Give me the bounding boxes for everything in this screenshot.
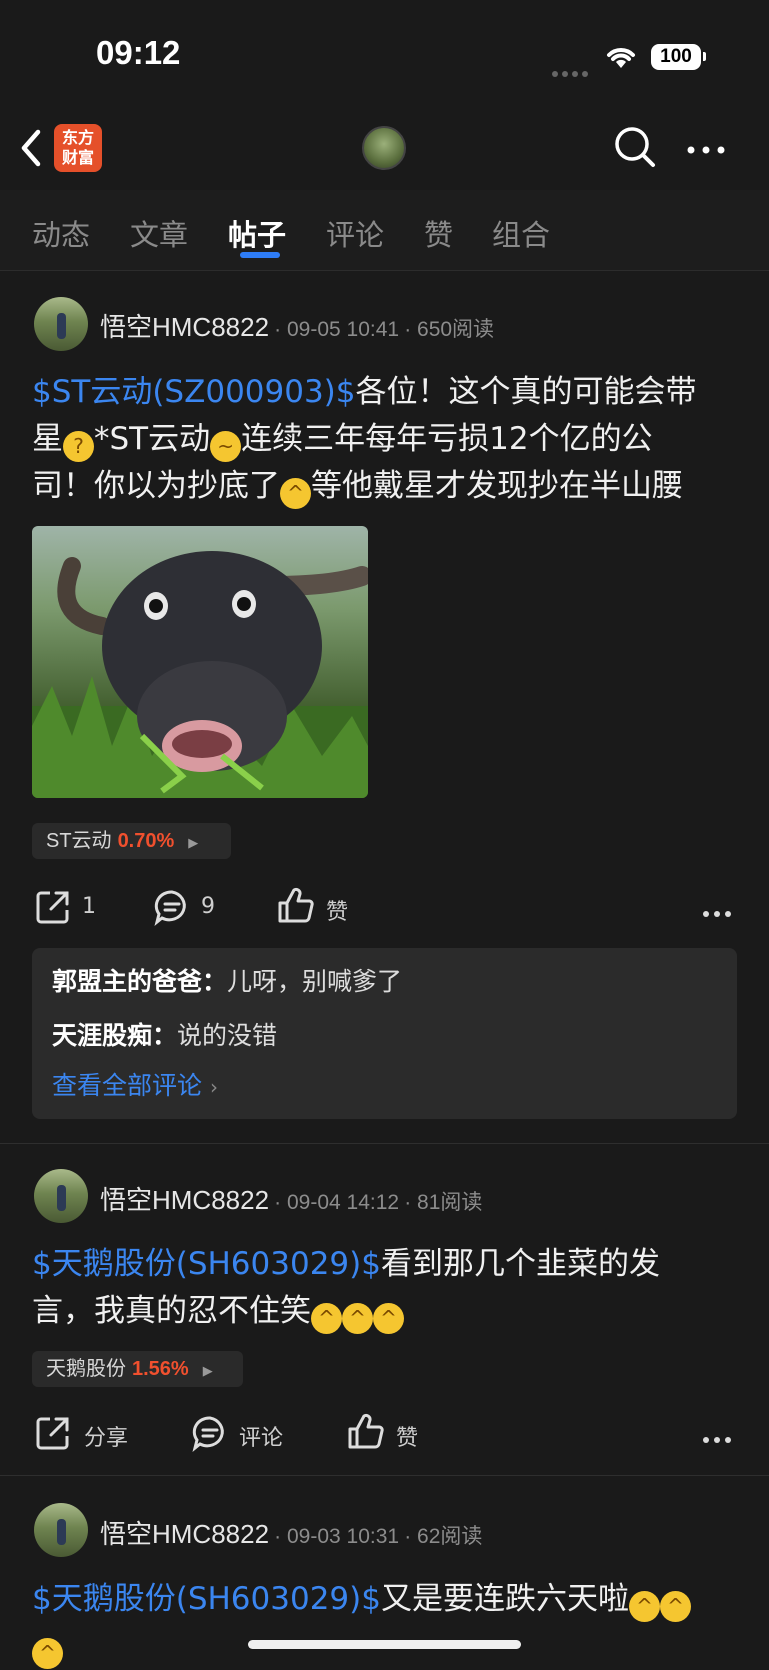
post-more-icon[interactable] [702, 903, 732, 922]
avatar[interactable] [34, 297, 88, 351]
wifi-icon [604, 44, 638, 74]
app-logo[interactable]: 东方 财富 [54, 124, 102, 172]
comment-icon [192, 1416, 224, 1452]
tab-portfolio[interactable]: 组合 [492, 212, 550, 254]
share-button[interactable]: 分享 [34, 1414, 128, 1456]
stock-change: 1.56% [132, 1358, 189, 1380]
stock-tag[interactable]: $天鹅股份(SH603029)$ [32, 1246, 381, 1282]
laughing-emoji-icon: ^ [32, 1638, 63, 1669]
comment-item: 天涯股痴：说的没错 [52, 1021, 278, 1050]
share-count: 1 [82, 894, 96, 919]
share-icon [36, 891, 69, 924]
like-label: 赞 [396, 1426, 419, 1451]
username[interactable]: 悟空HMC8822 [100, 312, 269, 342]
post-date: 09-04 14:12 [286, 1191, 400, 1214]
comment-button[interactable]: 评论 [191, 1414, 283, 1456]
like-button[interactable]: 赞 [276, 886, 348, 930]
comment-button[interactable]: 9 [153, 888, 215, 930]
tab-articles[interactable]: 文章 [130, 212, 188, 254]
comment-item: 郭盟主的爸爸：儿呀，别喊爹了 [52, 967, 403, 996]
search-icon[interactable] [612, 124, 658, 174]
post-body[interactable]: $天鹅股份(SH603029)$看到那几个韭菜的发 言，我真的忍不住笑 ^ ^ ^ [32, 1241, 744, 1335]
post-header: 悟空HMC8822 · 09-05 10:41 · 650阅读 [100, 312, 495, 342]
post-body[interactable]: $ST云动(SZ000903)$各位！这个真的可能会带 星? *ST云动 ~ 连续三年… [32, 369, 744, 510]
post-more-icon[interactable] [702, 1429, 732, 1448]
read-count: 81阅读 [417, 1191, 483, 1214]
post-header: 悟空HMC8822 · 09-04 14:12 · 81阅读 [100, 1185, 483, 1215]
post-body[interactable]: $天鹅股份(SH603029)$又是要连跌六天啦 ^ ^ ^ [32, 1576, 744, 1670]
thumbs-up-icon [278, 887, 314, 923]
status-time: 09:12 [96, 34, 181, 71]
divider [0, 1475, 769, 1476]
tab-posts[interactable]: 帖子 [228, 212, 286, 254]
view-all-comments-link[interactable]: 查看全部评论 › [52, 1066, 218, 1102]
thumbs-up-icon [348, 1413, 384, 1449]
stock-tag[interactable]: $天鹅股份(SH603029)$ [32, 1581, 381, 1617]
divider [0, 1143, 769, 1144]
post-date: 09-03 10:31 [286, 1525, 400, 1548]
tab-likes[interactable]: 赞 [424, 212, 453, 254]
comment-count: 9 [201, 894, 215, 919]
laughing-emoji-icon: ^ [628, 1591, 660, 1622]
chevron-right-icon: › [209, 1075, 218, 1099]
share-icon [36, 1417, 69, 1450]
read-count: 650阅读 [417, 318, 495, 341]
back-button[interactable] [16, 126, 46, 174]
avatar[interactable] [34, 1169, 88, 1223]
laughing-emoji-icon: ^ [280, 478, 311, 509]
avatar[interactable] [34, 1503, 88, 1557]
stock-name: ST云动 [46, 830, 112, 852]
signal-icon [552, 62, 592, 81]
battery-icon: 100 [651, 44, 701, 70]
username[interactable]: 悟空HMC8822 [100, 1185, 269, 1215]
post-image-buffalo[interactable] [32, 526, 368, 798]
more-icon[interactable] [686, 140, 726, 159]
tab-comments[interactable]: 评论 [326, 212, 384, 254]
thinking-emoji-icon: ? [63, 431, 94, 462]
battery-tip [703, 52, 706, 61]
share-button[interactable]: 1 [34, 888, 96, 930]
stock-name: 天鹅股份 [46, 1358, 126, 1380]
comment-label: 评论 [239, 1426, 284, 1451]
post-header: 悟空HMC8822 · 09-03 10:31 · 62阅读 [100, 1519, 483, 1549]
stock-change: 0.70% [117, 830, 175, 852]
stock-chip[interactable]: 天鹅股份 1.56% ▶ [32, 1351, 243, 1387]
profile-avatar[interactable] [362, 126, 406, 170]
tab-bar: 动态 文章 帖子 评论 赞 组合 [0, 190, 769, 271]
laughing-emoji-icon: ^ [373, 1303, 404, 1334]
stock-tag[interactable]: $ST云动(SZ000903)$ [32, 374, 356, 410]
laughing-emoji-icon: ^ [342, 1303, 373, 1334]
laughing-emoji-icon: ^ [659, 1591, 691, 1622]
like-button[interactable]: 赞 [346, 1412, 418, 1456]
tab-dynamics[interactable]: 动态 [32, 212, 90, 254]
comment-icon [154, 890, 186, 926]
logo-text-bottom: 财富 [61, 148, 94, 167]
home-indicator[interactable] [248, 1640, 521, 1649]
like-label: 赞 [326, 900, 349, 925]
chevron-right-icon: ▶ [188, 835, 199, 850]
active-tab-indicator [240, 252, 280, 258]
username[interactable]: 悟空HMC8822 [100, 1519, 269, 1549]
share-label: 分享 [84, 1426, 129, 1451]
comments-preview[interactable]: 郭盟主的爸爸：儿呀，别喊爹了 天涯股痴：说的没错 查看全部评论 › [32, 948, 737, 1119]
laughing-emoji-icon: ^ [311, 1303, 342, 1334]
post-date: 09-05 10:41 [286, 318, 400, 341]
chevron-right-icon: ▶ [202, 1363, 213, 1378]
crying-emoji-icon: ~ [210, 431, 242, 462]
logo-text-top: 东方 [61, 128, 94, 147]
read-count: 62阅读 [417, 1525, 483, 1548]
stock-chip[interactable]: ST云动 0.70% ▶ [32, 823, 231, 859]
